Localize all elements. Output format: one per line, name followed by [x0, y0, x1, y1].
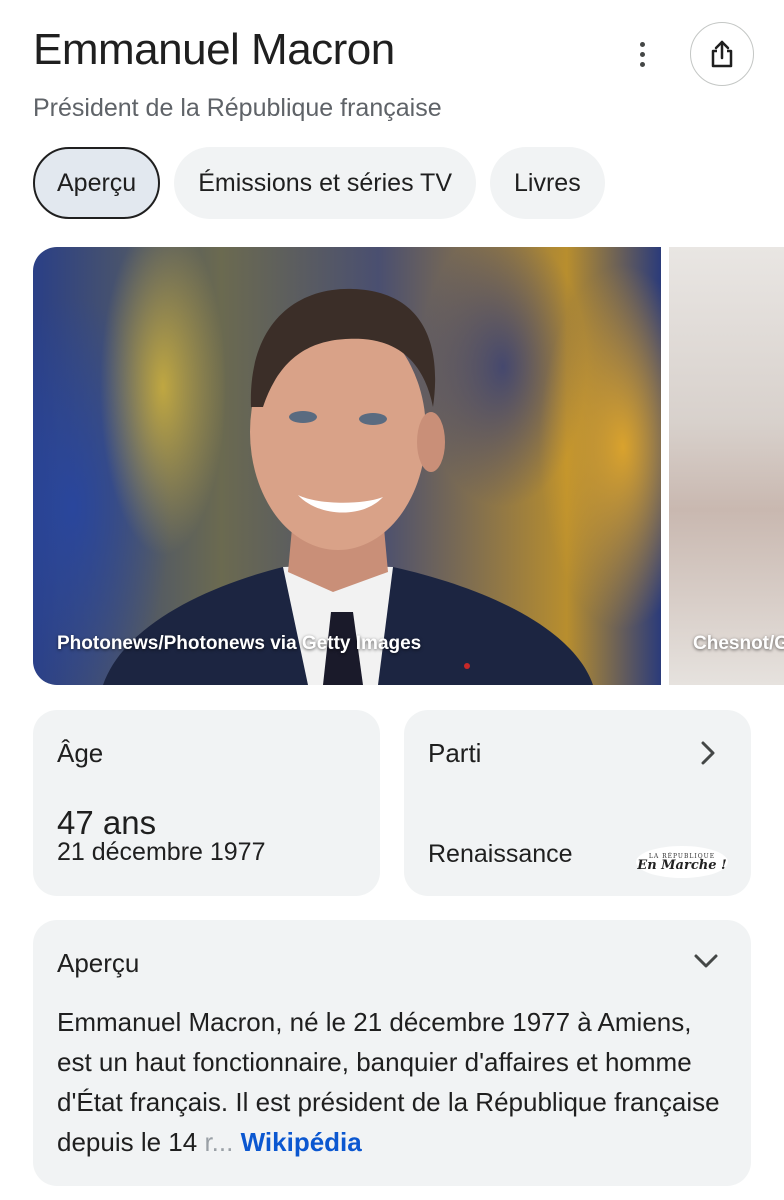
secondary-photo[interactable]: Chesnot/G [669, 247, 784, 685]
chevron-right-icon [701, 741, 715, 765]
party-logo: LA RÉPUBLIQUE En Marche ! [636, 846, 728, 878]
overview-ellipsis: r... [197, 1127, 234, 1157]
age-card: Âge 47 ans 21 décembre 1977 [33, 710, 380, 896]
wikipedia-link[interactable]: Wikipédia [241, 1127, 362, 1157]
overview-text: Emmanuel Macron, né le 21 décembre 1977 … [57, 1002, 733, 1162]
age-label: Âge [57, 738, 104, 768]
entity-subtitle: Président de la République française [33, 94, 442, 122]
party-value: Renaissance [428, 840, 573, 868]
birth-date: 21 décembre 1977 [57, 838, 266, 866]
image-credit: Photonews/Photonews via Getty Images [57, 633, 422, 654]
chevron-down-icon[interactable] [693, 952, 719, 970]
party-card[interactable]: Parti Renaissance LA RÉPUBLIQUE En March… [404, 710, 751, 896]
tab-livres[interactable]: Livres [490, 147, 605, 219]
portrait-illustration [103, 288, 593, 685]
tab-bar: Aperçu Émissions et séries TV Livres [33, 147, 605, 219]
tab-apercu[interactable]: Aperçu [33, 147, 161, 219]
image-credit: Chesnot/G [693, 633, 784, 654]
overview-card[interactable]: Aperçu Emmanuel Macron, né le 21 décembr… [33, 920, 751, 1186]
overview-body: Emmanuel Macron, né le 21 décembre 1977 … [57, 1007, 720, 1157]
share-icon [711, 40, 733, 68]
party-label: Parti [428, 738, 482, 768]
age-value: 47 ans [57, 804, 157, 841]
party-logo-big: En Marche ! [637, 857, 727, 873]
overview-title: Aperçu [57, 948, 140, 978]
more-vert-icon[interactable] [628, 38, 656, 70]
tab-emissions-series-tv[interactable]: Émissions et séries TV [174, 147, 477, 219]
portrait-photo[interactable]: Photonews/Photonews via Getty Images [33, 247, 661, 685]
share-button[interactable] [690, 22, 754, 86]
knowledge-panel-header: Emmanuel Macron Président de la Républiq… [33, 22, 754, 142]
image-carousel[interactable]: Photonews/Photonews via Getty Images Che… [33, 247, 784, 685]
